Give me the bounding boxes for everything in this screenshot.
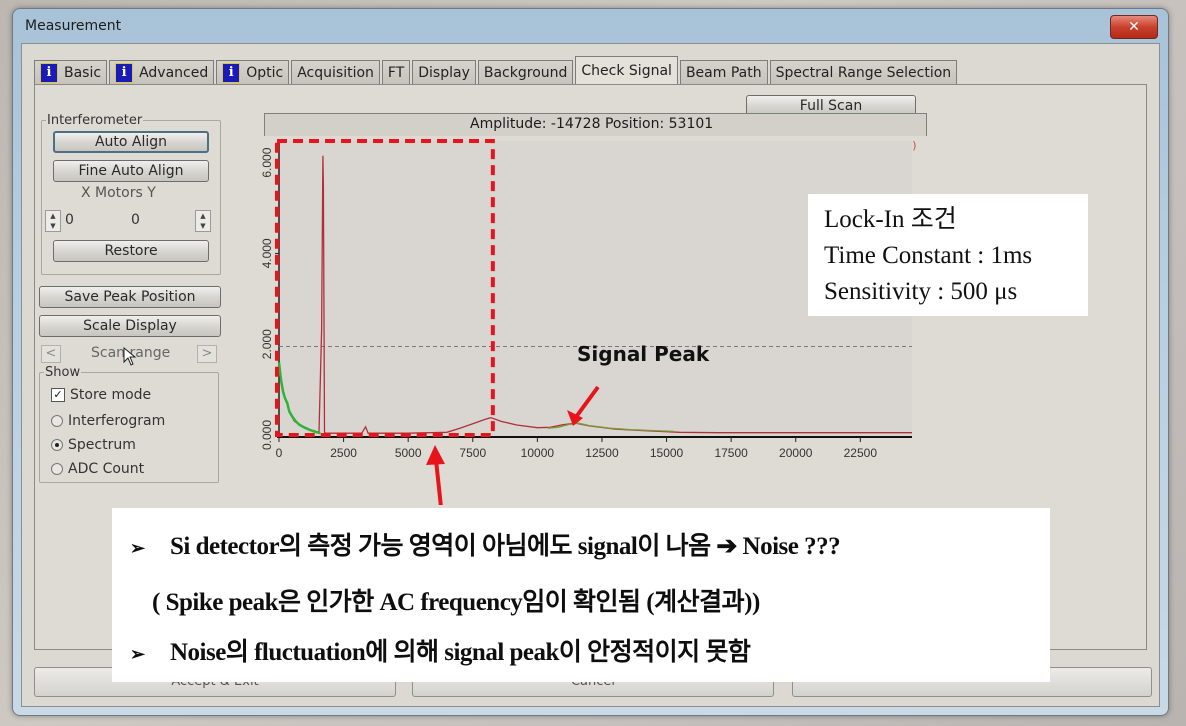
tab-strip: i Basic i Advanced i Optic Acquisition FT Displa… <box>34 56 959 84</box>
auto-align-button[interactable]: Auto Align <box>53 131 209 153</box>
y-tick-label: 2.000 <box>260 329 274 359</box>
tab-label: Background <box>483 64 568 81</box>
close-button[interactable]: ✕ <box>1110 15 1158 39</box>
interferogram-label: Interferogram <box>68 413 166 429</box>
signal-peak-label: Signal Peak <box>577 342 710 366</box>
radio-selected-icon <box>51 439 63 451</box>
title-bar[interactable]: Measurement ✕ <box>13 9 1168 43</box>
tab-label: Basic <box>64 64 102 81</box>
motor-y-value[interactable]: 0 <box>131 212 140 228</box>
spin-up-icon[interactable]: ▲ <box>196 211 210 221</box>
save-peak-position-button[interactable]: Save Peak Position <box>39 286 221 308</box>
motor-x-value[interactable]: 0 <box>65 212 74 228</box>
amplitude-position-readout: Amplitude: -14728 Position: 53101 <box>264 113 927 136</box>
summary-text: ( Spike peak은 인가한 AC frequency임이 확인됨 (계산… <box>152 589 760 616</box>
checkbox-checked-icon: ✓ <box>51 388 65 402</box>
tab-display[interactable]: Display <box>412 60 476 84</box>
tab-label: Optic <box>246 64 284 81</box>
tab-label: FT <box>387 64 405 81</box>
tab-basic[interactable]: i Basic <box>34 60 108 84</box>
y-tick-label: 4.000 <box>260 238 274 268</box>
tab-ft[interactable]: FT <box>381 60 411 84</box>
radio-unselected-icon <box>51 415 63 427</box>
tab-label: Advanced <box>139 64 209 81</box>
arrow-to-noise-region <box>426 445 445 505</box>
x-tick-label: 0 <box>276 446 283 460</box>
y-tick-label: 0.000 <box>260 420 274 450</box>
tab-label: Spectral Range Selection <box>775 64 952 81</box>
tab-advanced[interactable]: i Advanced <box>109 60 215 84</box>
close-icon: ✕ <box>1128 19 1140 35</box>
tab-label: Check Signal <box>581 62 672 79</box>
readout-text: Amplitude: -14728 Position: 53101 <box>470 116 714 132</box>
summary-line-1: ➢ Si detector의 측정 가능 영역이 아님에도 signal이 나옴 … <box>130 526 841 562</box>
spectrum-radio[interactable]: Spectrum <box>51 437 136 453</box>
scale-display-button[interactable]: Scale Display <box>39 315 221 337</box>
x-tick-label: 22500 <box>844 446 878 460</box>
note-line: Lock-In 조건 <box>824 206 957 233</box>
summary-line-3: ➢ Noise의 fluctuation에 의해 signal peak이 안정적… <box>130 632 751 668</box>
motors-label: X Motors Y <box>81 185 156 201</box>
adc-count-label: ADC Count <box>68 461 145 477</box>
info-icon: i <box>115 62 134 83</box>
summary-line-2: ( Spike peak은 인가한 AC frequency임이 확인됨 (계산… <box>152 582 760 618</box>
bullet-arrow-icon: ➢ <box>130 538 145 558</box>
tab-acquisition[interactable]: Acquisition <box>291 60 380 84</box>
x-tick-label: 5000 <box>395 446 422 460</box>
tab-beam-path[interactable]: Beam Path <box>679 60 768 84</box>
spectrum-plot[interactable]: 0.000 2.000 4.000 6.000 0 2500 5000 7500 10000 1… <box>240 135 940 505</box>
x-tick-label: 12500 <box>585 446 619 460</box>
tab-label: Acquisition <box>297 64 374 81</box>
info-icon: i <box>222 62 241 83</box>
y-tick-label: 6.000 <box>260 147 274 177</box>
scan-range-next-button[interactable]: > <box>197 345 217 363</box>
window-title: Measurement <box>25 18 122 34</box>
store-mode-label: Store mode <box>70 387 152 403</box>
lockin-conditions-note: Lock-In 조건 Time Constant : 1ms Sensitivi… <box>808 194 1088 316</box>
tab-spectral-range-selection[interactable]: Spectral Range Selection <box>769 60 958 84</box>
spin-up-icon[interactable]: ▲ <box>46 211 60 221</box>
show-legend: Show <box>45 365 81 380</box>
summary-note: ➢ Si detector의 측정 가능 영역이 아님에도 signal이 나옴 … <box>112 508 1050 682</box>
x-tick-label: 7500 <box>459 446 486 460</box>
store-mode-checkbox[interactable]: ✓ Store mode <box>51 387 151 403</box>
x-tick-label: 10000 <box>521 446 555 460</box>
fine-auto-align-button[interactable]: Fine Auto Align <box>53 160 209 182</box>
bullet-arrow-icon: ➢ <box>130 644 145 664</box>
spectrum-label: Spectrum <box>68 437 136 453</box>
x-tick-label: 17500 <box>714 446 748 460</box>
note-line: Sensitivity : 500 μs <box>824 278 1018 305</box>
tab-check-signal[interactable]: Check Signal <box>575 56 678 84</box>
x-tick-label: 2500 <box>330 446 357 460</box>
x-tick-label: 20000 <box>779 446 813 460</box>
summary-text: Noise의 fluctuation에 의해 signal peak이 안정적이… <box>170 639 751 666</box>
spin-down-icon[interactable]: ▼ <box>196 221 210 231</box>
motor-y-spinner[interactable]: ▲ ▼ <box>195 210 211 232</box>
info-icon: i <box>40 62 58 83</box>
note-line: Time Constant : 1ms <box>824 242 1033 269</box>
tab-optic[interactable]: i Optic <box>216 60 290 84</box>
spin-down-icon[interactable]: ▼ <box>46 221 60 231</box>
tab-label: Display <box>418 64 470 81</box>
x-axis: 0 2500 5000 7500 10000 12500 15000 17500 20000 22… <box>276 436 912 460</box>
restore-button[interactable]: Restore <box>53 240 209 262</box>
chevron-left-icon: < <box>45 346 57 361</box>
interferometer-legend: Interferometer <box>47 113 143 128</box>
scan-range-prev-button[interactable]: < <box>41 345 61 363</box>
mouse-cursor-icon <box>123 347 137 366</box>
tab-label: Beam Path <box>685 64 762 81</box>
tab-background[interactable]: Background <box>477 60 574 84</box>
motor-x-spinner[interactable]: ▲ ▼ <box>45 210 61 232</box>
adc-count-radio[interactable]: ADC Count <box>51 461 144 477</box>
radio-unselected-icon <box>51 463 63 475</box>
chevron-right-icon: > <box>201 346 213 361</box>
summary-text: Si detector의 측정 가능 영역이 아님에도 signal이 나옴 ➔… <box>170 533 841 560</box>
x-tick-label: 15000 <box>650 446 684 460</box>
interferogram-radio[interactable]: Interferogram <box>51 413 165 429</box>
